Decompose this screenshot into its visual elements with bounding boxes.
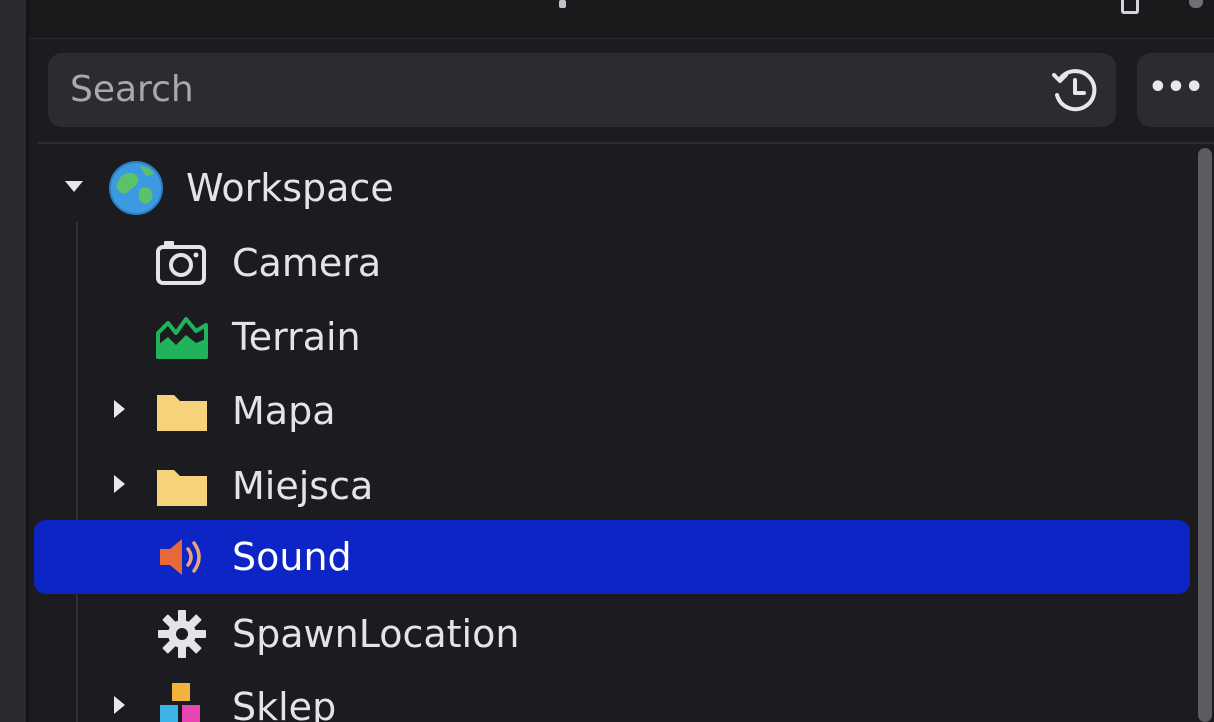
title-fragment <box>559 0 566 8</box>
tree-item-label: Mapa <box>232 389 336 433</box>
model-icon <box>154 679 210 722</box>
panel-titlebar <box>29 0 1214 39</box>
tree-item-label: Sklep <box>232 685 337 722</box>
search-placeholder: Search <box>70 69 194 110</box>
tree-item-spawnlocation[interactable]: SpawnLocation <box>34 597 1190 671</box>
left-panel-edge <box>0 0 29 722</box>
tree-item-mapa[interactable]: Mapa <box>34 374 1190 448</box>
chevron-right-icon[interactable] <box>114 475 125 493</box>
tree-item-sound[interactable]: Sound <box>34 520 1190 594</box>
folder-icon <box>154 383 210 439</box>
tree-item-label: Terrain <box>232 315 361 359</box>
close-icon[interactable] <box>1189 0 1203 8</box>
folder-icon <box>154 458 210 514</box>
chevron-right-icon[interactable] <box>114 696 125 714</box>
scrollbar-thumb[interactable] <box>1198 148 1212 722</box>
divider <box>38 142 1214 144</box>
tree-item-sklep[interactable]: Sklep <box>34 670 1190 722</box>
tree-item-camera[interactable]: Camera <box>34 226 1190 300</box>
search-input[interactable]: Search <box>48 53 1116 127</box>
globe-icon <box>106 158 166 218</box>
tree-item-label: SpawnLocation <box>232 612 520 656</box>
tree-item-label: Camera <box>232 241 382 285</box>
more-options-button[interactable]: ••• <box>1137 53 1214 127</box>
explorer-panel: Search ••• Workspace Camera Terrain Mapa… <box>0 0 1214 722</box>
terrain-icon <box>154 309 210 365</box>
speaker-icon <box>154 529 210 585</box>
gear-icon <box>154 606 210 662</box>
tree-item-label: Sound <box>232 535 352 579</box>
tree-item-terrain[interactable]: Terrain <box>34 300 1190 374</box>
chevron-right-icon[interactable] <box>114 400 125 418</box>
tree-item-label: Workspace <box>186 166 394 210</box>
camera-icon <box>154 235 210 291</box>
history-icon[interactable] <box>1048 65 1100 117</box>
maximize-icon[interactable] <box>1121 0 1139 14</box>
tree-item-workspace[interactable]: Workspace <box>34 151 1190 225</box>
chevron-down-icon[interactable] <box>65 181 83 192</box>
tree-item-miejsca[interactable]: Miejsca <box>34 449 1190 523</box>
tree-item-label: Miejsca <box>232 464 374 508</box>
